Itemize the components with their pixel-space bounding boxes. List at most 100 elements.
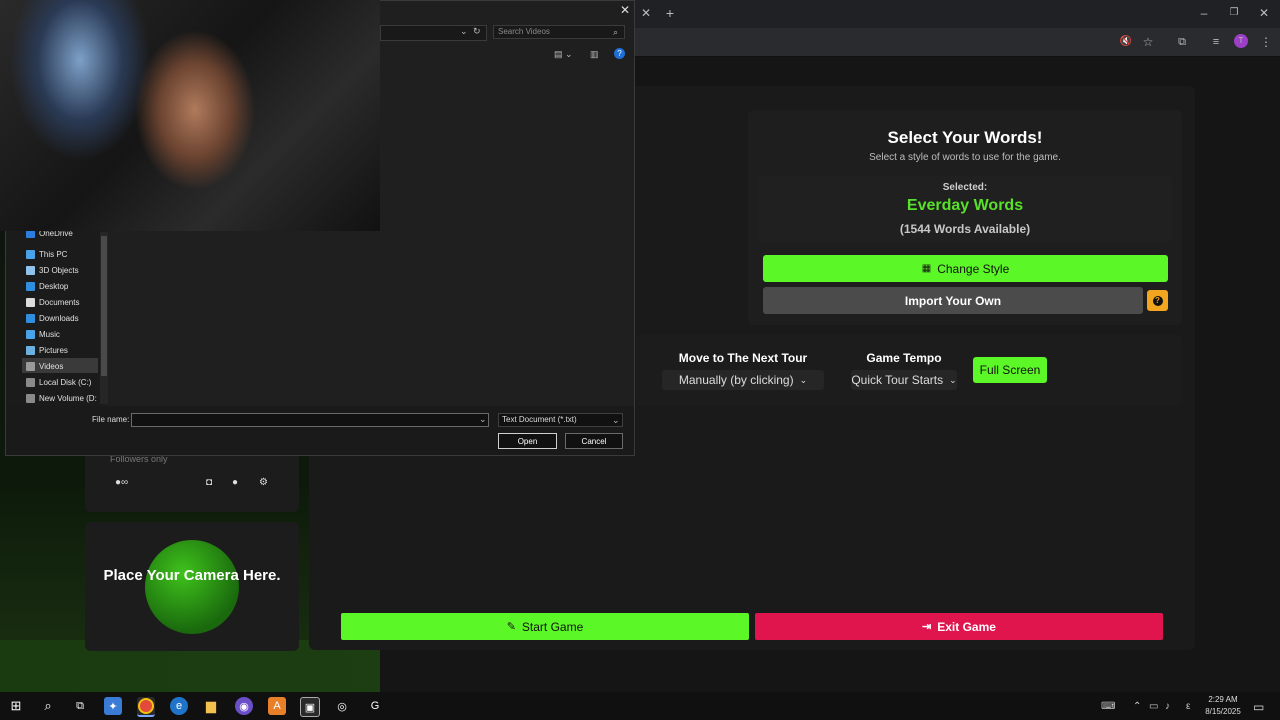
chevron-down-icon: ⌄ — [949, 374, 957, 385]
file-type-value: Text Document (*.txt) — [502, 415, 577, 424]
nav-pane-scroll-thumb[interactable] — [101, 236, 107, 376]
cube-icon — [26, 265, 35, 275]
file-explorer-icon[interactable]: ▆ — [202, 697, 220, 715]
start-game-button[interactable]: ✎ Start Game — [341, 613, 749, 640]
tempo-select[interactable]: Quick Tour Starts ⌄ — [851, 370, 957, 390]
new-tab-icon[interactable]: + — [662, 5, 678, 21]
notifications-icon[interactable]: ▭ — [1253, 700, 1264, 714]
drive-icon — [26, 377, 35, 387]
pictures-icon — [26, 345, 35, 355]
next-tour-select[interactable]: Manually (by clicking) ⌄ — [662, 370, 824, 390]
green-logo-icon — [145, 540, 239, 634]
task-view-icon[interactable]: ⧉ — [71, 697, 89, 715]
question-icon: ? — [1152, 295, 1163, 306]
chevron-down-icon[interactable]: ⌄ — [479, 414, 487, 425]
nav-item-new-volume-d[interactable]: New Volume (D: — [26, 391, 97, 405]
obs-icon[interactable]: ◎ — [333, 697, 351, 715]
next-tour-label: Move to The Next Tour — [678, 351, 808, 365]
browser-menu-icon[interactable]: ⋮ — [1258, 34, 1274, 50]
app-icon[interactable]: A — [268, 697, 286, 715]
app-g-icon[interactable]: G — [366, 697, 384, 715]
close-window-icon[interactable]: ✕ — [1256, 5, 1272, 21]
drive-icon — [26, 393, 35, 403]
nav-item-downloads[interactable]: Downloads — [26, 311, 79, 325]
select-words-title: Select Your Words! — [887, 128, 1043, 147]
restore-window-icon[interactable]: ❐ — [1226, 5, 1242, 21]
start-game-label: Start Game — [521, 619, 584, 634]
view-options-icon[interactable]: ▤ ⌄ — [554, 49, 573, 60]
preview-pane-icon[interactable]: ▥ — [590, 49, 599, 60]
chevron-down-icon: ⌄ — [799, 374, 808, 385]
nav-item-pictures[interactable]: Pictures — [26, 343, 68, 357]
computer-icon — [26, 249, 35, 259]
chrome-icon[interactable] — [137, 697, 155, 717]
media-controls-icon[interactable]: ≡ — [1208, 34, 1224, 50]
search-icon[interactable]: ⌕ — [39, 697, 57, 715]
nav-item-local-disk-c[interactable]: Local Disk (C:) — [26, 375, 91, 389]
camera-placeholder-text: Place Your Camera Here. — [103, 567, 281, 584]
lock-icon[interactable]: ◘ — [206, 477, 212, 488]
search-videos-input[interactable]: Search Videos — [493, 25, 625, 39]
users-infinity-icon[interactable]: ●∞ — [115, 477, 128, 488]
file-name-label: File name: — [92, 415, 130, 424]
nav-item-3d-objects[interactable]: 3D Objects — [26, 263, 79, 277]
tempo-value: Quick Tour Starts — [851, 373, 944, 387]
edge-icon[interactable]: e — [170, 697, 188, 715]
nav-item-videos[interactable]: Videos — [26, 359, 63, 373]
rocket-icon: ✎ — [506, 621, 516, 633]
import-own-label: Import Your Own — [904, 293, 1002, 308]
chevron-up-icon[interactable]: ⌃ — [1133, 701, 1141, 712]
clock-time[interactable]: 2:29 AM — [1196, 695, 1250, 704]
nav-item-this-pc[interactable]: This PC — [26, 247, 67, 261]
chevron-down-icon[interactable]: ⌄ — [460, 26, 468, 37]
selected-label: Selected: — [942, 182, 988, 193]
cancel-button[interactable]: Cancel — [565, 433, 623, 449]
nav-item-desktop[interactable]: Desktop — [26, 279, 68, 293]
change-style-button[interactable]: ▦ Change Style — [763, 255, 1168, 282]
refresh-icon[interactable]: ↻ — [473, 26, 481, 37]
windows-start-icon[interactable]: ⊞ — [7, 697, 25, 715]
gear-icon[interactable]: ⚙ — [259, 477, 268, 488]
volume-icon[interactable]: ♪ — [1165, 701, 1170, 712]
download-arrow-icon — [26, 313, 35, 323]
open-button[interactable]: Open — [498, 433, 557, 449]
select-words-subtitle: Select a style of words to use for the g… — [869, 152, 1061, 163]
close-tab-icon[interactable]: ✕ — [638, 5, 654, 21]
nav-item-documents[interactable]: Documents — [26, 295, 79, 309]
clock-date[interactable]: 8/15/2025 — [1196, 707, 1250, 716]
search-icon: ⌕ — [613, 27, 619, 37]
full-screen-button[interactable]: Full Screen — [973, 357, 1047, 383]
desktop-icon — [26, 281, 35, 291]
selected-style-name: Everday Words — [906, 197, 1024, 214]
help-button[interactable]: ? — [1147, 290, 1168, 311]
exit-icon: ⇥ — [922, 621, 932, 633]
nav-item-music[interactable]: Music — [26, 327, 60, 341]
chevron-down-icon: ⌄ — [612, 415, 620, 425]
tempo-label: Game Tempo — [866, 351, 942, 365]
chat-icon[interactable]: ● — [232, 477, 238, 488]
extensions-icon[interactable]: ⧉ — [1174, 34, 1190, 50]
video-icon — [26, 361, 35, 371]
next-tour-value: Manually (by clicking) — [678, 373, 794, 387]
dialog-close-button[interactable]: ✕ — [618, 3, 632, 17]
webcam-overlay — [0, 0, 380, 231]
terminal-icon[interactable]: ▣ — [300, 697, 320, 717]
tab-muted-icon[interactable]: 🔇 — [1118, 34, 1134, 50]
discord-icon[interactable]: ◉ — [235, 697, 253, 715]
dialog-address-bar[interactable]: ⌄ ↻ — [380, 25, 487, 41]
bookmark-star-icon[interactable]: ☆ — [1140, 34, 1156, 50]
profile-avatar-icon[interactable]: T — [1234, 34, 1248, 48]
exit-game-label: Exit Game — [937, 619, 996, 634]
grid-icon: ▦ — [921, 263, 932, 274]
minimize-window-icon[interactable]: – — [1196, 5, 1212, 21]
document-icon — [26, 297, 35, 307]
exit-game-button[interactable]: ⇥ Exit Game — [755, 613, 1163, 640]
help-icon[interactable]: ? — [614, 48, 625, 59]
language-icon[interactable]: ε — [1186, 701, 1190, 712]
keyboard-icon[interactable]: ⌨ — [1101, 701, 1115, 712]
file-type-select[interactable]: Text Document (*.txt) ⌄ — [498, 413, 623, 427]
network-icon[interactable]: ▭ — [1149, 701, 1158, 712]
import-your-own-button[interactable]: Import Your Own — [763, 287, 1143, 314]
file-name-input[interactable]: ⌄ — [131, 413, 489, 427]
copilot-icon[interactable]: ✦ — [104, 697, 122, 715]
